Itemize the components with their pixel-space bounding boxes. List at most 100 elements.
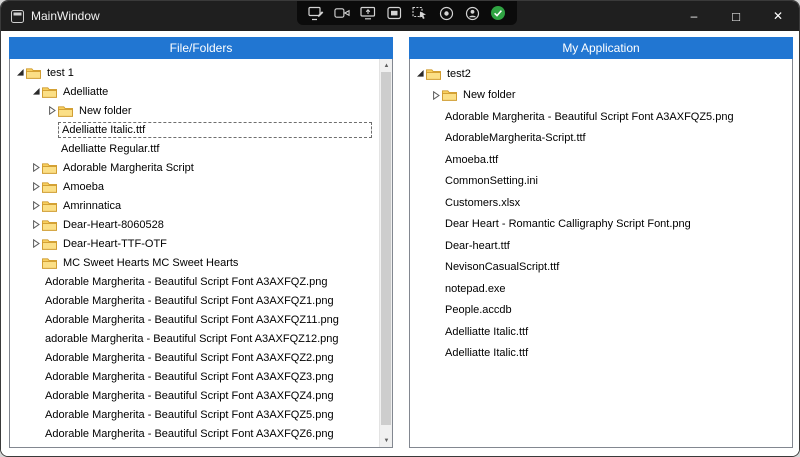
files-tree: test 1 Adelliatte New folder Adelliatte Ita… xyxy=(10,59,378,447)
tree-row[interactable]: Adorable Margherita Script xyxy=(10,158,378,177)
tree-row[interactable]: New folder xyxy=(10,101,378,120)
tree-row[interactable]: Adelliatte Italic.ttf xyxy=(410,321,792,343)
expander-collapsed-icon[interactable] xyxy=(30,239,42,248)
tree-row[interactable]: adorable Margherita - Beautiful Script F… xyxy=(10,329,378,348)
window-capture-icon[interactable] xyxy=(386,5,402,21)
tree-item-label: MC Sweet Hearts MC Sweet Hearts xyxy=(60,256,241,270)
tree-row[interactable]: Adelliatte Italic.ttf xyxy=(10,120,378,139)
expander-collapsed-icon[interactable] xyxy=(30,220,42,229)
minimize-button[interactable]: – xyxy=(673,1,715,31)
tree-row[interactable]: People.accdb xyxy=(410,300,792,322)
window-controls: –□✕ xyxy=(673,1,799,31)
tree-row[interactable]: AdorableMargherita-Script.ttf xyxy=(410,128,792,150)
tree-item-label: CommonSetting.ini xyxy=(442,174,541,188)
tree-row[interactable]: test2 xyxy=(410,63,792,85)
main-window: MainWindow –□✕ File/Folders test 1Adelli… xyxy=(0,0,800,457)
tree-item-label: New folder xyxy=(460,88,519,102)
folder-icon xyxy=(42,219,60,231)
folder-icon xyxy=(42,181,60,193)
tree-row[interactable]: test 1 xyxy=(10,63,378,82)
scroll-down-button[interactable]: ▼ xyxy=(380,434,393,447)
tree-row[interactable]: Dear Heart - Romantic Calligraphy Script… xyxy=(410,214,792,236)
tree-item-label: NevisonCasualScript.ttf xyxy=(442,260,562,274)
tree-row[interactable]: Dear-Heart-8060528 xyxy=(10,215,378,234)
folder-icon xyxy=(42,86,60,98)
tree-row[interactable]: Adorable Margherita - Beautiful Script F… xyxy=(10,443,378,447)
tree-row[interactable]: New folder xyxy=(410,85,792,107)
tree-item-label: Adelliatte Italic.ttf xyxy=(442,346,531,360)
application-panel-header: My Application xyxy=(409,37,793,59)
tree-item-label: Adorable Margherita - Beautiful Script F… xyxy=(42,275,330,289)
tree-item-label: Adorable Margherita - Beautiful Script F… xyxy=(42,408,337,422)
tree-row[interactable]: Adorable Margherita - Beautiful Script F… xyxy=(10,348,378,367)
tree-row[interactable]: Dear-Heart-TTF-OTF xyxy=(10,234,378,253)
tree-row[interactable]: notepad.exe xyxy=(410,278,792,300)
tree-item-label: Dear Heart - Romantic Calligraphy Script… xyxy=(442,217,694,231)
tree-row[interactable]: Adorable Margherita - Beautiful Script F… xyxy=(10,405,378,424)
tree-row[interactable]: Amoeba.ttf xyxy=(410,149,792,171)
expander-collapsed-icon[interactable] xyxy=(430,91,442,100)
expander-collapsed-icon[interactable] xyxy=(30,201,42,210)
tree-item-label: Adelliatte xyxy=(60,85,111,99)
tree-item-label: People.accdb xyxy=(442,303,515,317)
close-button[interactable]: ✕ xyxy=(757,1,799,31)
tree-item-label: Adorable Margherita - Beautiful Script F… xyxy=(42,351,337,365)
tree-item-label: Adelliatte Italic.ttf xyxy=(58,122,372,138)
region-select-cursor-icon[interactable] xyxy=(412,5,428,21)
maximize-button[interactable]: □ xyxy=(715,1,757,31)
webcam-user-icon[interactable] xyxy=(464,5,480,21)
screen-share-icon[interactable] xyxy=(360,5,376,21)
vertical-scrollbar[interactable]: ▲ ▼ xyxy=(379,59,392,447)
tree-row[interactable]: Adelliatte Italic.ttf xyxy=(410,343,792,365)
scroll-up-button[interactable]: ▲ xyxy=(380,59,393,72)
tree-item-label: Customers.xlsx xyxy=(442,196,523,210)
tree-item-label: Dear-Heart-TTF-OTF xyxy=(60,237,170,251)
window-content: File/Folders test 1AdelliatteNew folderA… xyxy=(1,31,799,456)
tree-row[interactable]: Adelliatte Regular.ttf xyxy=(10,139,378,158)
tree-row[interactable]: Adorable Margherita - Beautiful Script F… xyxy=(10,424,378,443)
tree-item-label: Adorable Margherita Script xyxy=(60,161,197,175)
tree-row[interactable]: Adorable Margherita - Beautiful Script F… xyxy=(10,310,378,329)
tree-row[interactable]: MC Sweet Hearts MC Sweet Hearts xyxy=(10,253,378,272)
expander-collapsed-icon[interactable] xyxy=(30,182,42,191)
folder-icon xyxy=(58,105,76,117)
tree-item-label: adorable Margherita - Beautiful Script F… xyxy=(42,332,342,346)
tree-item-label: Adelliatte Italic.ttf xyxy=(442,325,531,339)
tree-row[interactable]: NevisonCasualScript.ttf xyxy=(410,257,792,279)
tree-item-label: Adorable Margherita - Beautiful Script F… xyxy=(42,446,337,448)
tree-row[interactable]: Adorable Margherita - Beautiful Script F… xyxy=(10,291,378,310)
expander-collapsed-icon[interactable] xyxy=(46,106,58,115)
tree-row[interactable]: Adorable Margherita - Beautiful Script F… xyxy=(10,367,378,386)
status-check-icon[interactable] xyxy=(490,5,506,21)
tree-row[interactable]: Dear-heart.ttf xyxy=(410,235,792,257)
tree-row[interactable]: Amoeba xyxy=(10,177,378,196)
tree-row[interactable]: Adorable Margherita - Beautiful Script F… xyxy=(10,386,378,405)
tree-row[interactable]: Adorable Margherita - Beautiful Script F… xyxy=(410,106,792,128)
application-tree-container: test2 New folder Adorable Margherita - Bea… xyxy=(409,59,793,448)
folder-icon xyxy=(42,200,60,212)
folder-icon xyxy=(42,257,60,269)
tree-item-label: Adorable Margherita - Beautiful Script F… xyxy=(42,389,337,403)
camera-icon[interactable] xyxy=(334,5,350,21)
expander-expanded-icon[interactable] xyxy=(414,69,426,78)
tree-item-label: Amoeba.ttf xyxy=(442,153,501,167)
expander-expanded-icon[interactable] xyxy=(14,68,26,77)
tree-item-label: Dear-Heart-8060528 xyxy=(60,218,167,232)
expander-expanded-icon[interactable] xyxy=(30,87,42,96)
expander-collapsed-icon[interactable] xyxy=(30,163,42,172)
tree-item-label: test 1 xyxy=(44,66,77,80)
tree-row[interactable]: Adorable Margherita - Beautiful Script F… xyxy=(10,272,378,291)
tree-item-label: Dear-heart.ttf xyxy=(442,239,513,253)
files-tree-container: test 1 Adelliatte New folder Adelliatte Ita… xyxy=(9,59,393,448)
files-panel: File/Folders test 1AdelliatteNew folderA… xyxy=(9,37,393,448)
tree-row[interactable]: Amrinnatica xyxy=(10,196,378,215)
record-icon[interactable] xyxy=(438,5,454,21)
capture-toolbar xyxy=(297,1,517,25)
tree-row[interactable]: CommonSetting.ini xyxy=(410,171,792,193)
tree-row[interactable]: Adelliatte xyxy=(10,82,378,101)
scrollbar-thumb[interactable] xyxy=(381,72,391,425)
screen-annotate-icon[interactable] xyxy=(308,5,324,21)
tree-row[interactable]: Customers.xlsx xyxy=(410,192,792,214)
tree-item-label: Adorable Margherita - Beautiful Script F… xyxy=(442,110,737,124)
tree-item-label: New folder xyxy=(76,104,135,118)
